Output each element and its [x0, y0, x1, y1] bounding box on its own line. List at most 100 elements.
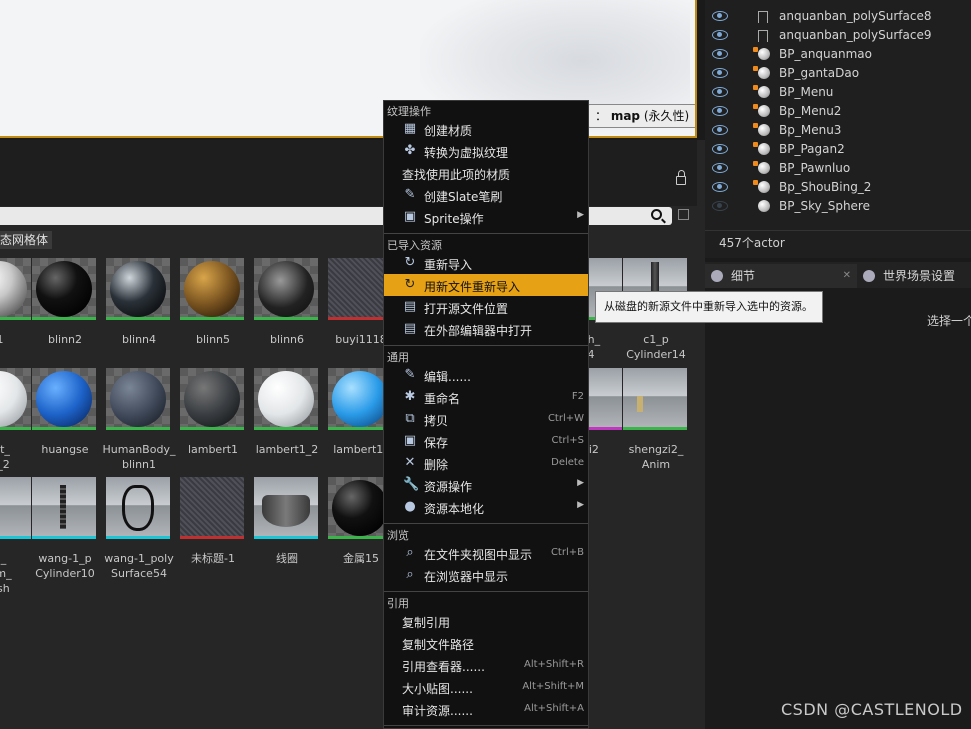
menu-item[interactable]: 大小贴图...... Alt+Shift+M [384, 676, 588, 698]
menu-item[interactable]: ▣ 保存 Ctrl+S [384, 430, 588, 452]
menu-item[interactable]: ● 资源本地化 ▶ [384, 496, 588, 518]
material-sphere [184, 261, 240, 317]
visibility-eye-icon[interactable] [712, 30, 728, 40]
menu-section-reference: 引用 [387, 597, 409, 610]
outliner-row[interactable] [705, 0, 971, 7]
menu-item[interactable]: ⧉ 拷贝 Ctrl+W [384, 408, 588, 430]
visibility-eye-icon[interactable] [712, 144, 728, 154]
world-outliner[interactable]: anquanban_polySurface8 anquanban_polySurf… [705, 0, 971, 230]
visibility-eye-icon[interactable] [712, 201, 728, 211]
visibility-eye-icon[interactable] [712, 68, 728, 78]
menu-item-icon: ⌕ [406, 545, 414, 560]
asset-grid: 1blinn2blinn4blinn5blinn6buyi1118ult_ 1_… [0, 252, 697, 729]
menu-item-icon: ⧉ [405, 411, 415, 426]
asset-type-strip [32, 536, 96, 539]
visibility-eye-icon[interactable] [712, 163, 728, 173]
menu-item-icon: ✎ [404, 187, 416, 202]
asset-type-strip [180, 427, 244, 430]
outliner-row[interactable]: BP_Pagan2 [705, 140, 971, 159]
menu-item-label: 在外部编辑器中打开 [424, 324, 533, 338]
close-icon[interactable]: ✕ [843, 264, 851, 288]
menu-item[interactable]: ✤ 转换为虚拟纹理 [384, 140, 588, 162]
outliner-row[interactable]: BP_Sky_Sphere [705, 197, 971, 216]
actor-icon [753, 47, 770, 60]
outliner-row[interactable]: BP_Pawnluo [705, 159, 971, 178]
visibility-eye-icon[interactable] [712, 125, 728, 135]
actor-icon [753, 104, 770, 117]
asset-thumbnail [180, 258, 244, 320]
visibility-eye-icon[interactable] [712, 87, 728, 97]
menu-item-label: 审计资源...... [402, 704, 473, 718]
menu-item[interactable]: ▦ 创建材质 [384, 118, 588, 140]
material-sphere [332, 480, 388, 536]
outliner-row[interactable]: Bp_ShouBing_2 [705, 178, 971, 197]
menu-item[interactable]: 🔧 资源操作 ▶ [384, 474, 588, 496]
asset-label: 未标题-1 [191, 552, 235, 565]
menu-item-icon: ▣ [403, 433, 417, 448]
asset-thumbnail [106, 368, 170, 430]
asset-thumbnail [254, 368, 318, 430]
asset-label: blinn2 [47, 333, 83, 346]
asset-thumbnail [0, 258, 31, 320]
outliner-item-label: BP_Pawnluo [779, 161, 851, 175]
menu-item-label: 拷贝 [424, 414, 449, 428]
filter-chip-static-mesh[interactable]: 态网格体 [0, 231, 53, 249]
asset-thumbnail [254, 477, 318, 539]
outliner-row[interactable]: Bp_Menu2 [705, 102, 971, 121]
asset-type-strip [623, 427, 687, 430]
save-search-icon[interactable] [678, 209, 689, 220]
menu-item[interactable]: 引用查看器...... Alt+Shift+R [384, 654, 588, 676]
material-sphere [332, 371, 388, 427]
asset-thumbnail [254, 258, 318, 320]
asset-type-strip [32, 317, 96, 320]
menu-item[interactable]: ✕ 删除 Delete [384, 452, 588, 474]
menu-divider [384, 233, 588, 234]
shortcut-label: Ctrl+S [551, 435, 584, 446]
asset-label: lambert1_2 [255, 443, 319, 456]
asset-type-strip [106, 427, 170, 430]
tab-details[interactable]: 细节 ✕ [705, 264, 857, 288]
menu-item[interactable]: ✱ 重命名 F2 [384, 386, 588, 408]
menu-item[interactable]: ▤ 打开源文件位置 [384, 296, 588, 318]
outliner-item-label: BP_Sky_Sphere [779, 199, 870, 213]
menu-item[interactable]: ↻ 用新文件重新导入 [384, 274, 588, 296]
material-sphere [258, 371, 314, 427]
menu-item[interactable]: 查找使用此项的材质 [384, 162, 588, 184]
asset-type-strip [0, 427, 31, 430]
menu-item[interactable]: ▣ Sprite操作 ▶ [384, 206, 588, 228]
menu-item[interactable]: ⌕ 在文件夹视图中显示 Ctrl+B [384, 542, 588, 564]
visibility-eye-icon[interactable] [712, 11, 728, 21]
level-viewport[interactable]: ： map (永久性) [0, 0, 697, 138]
visibility-eye-icon[interactable] [712, 49, 728, 59]
menu-item[interactable]: ▤ 在外部编辑器中打开 [384, 318, 588, 340]
visibility-eye-icon[interactable] [712, 106, 728, 116]
outliner-row[interactable]: Bp_Menu3 [705, 121, 971, 140]
menu-item[interactable]: 复制文件路径 [384, 632, 588, 654]
search-icon[interactable] [651, 209, 662, 220]
lock-icon[interactable] [676, 170, 686, 185]
outliner-row[interactable]: anquanban_polySurface9 [705, 26, 971, 45]
menu-item-icon: ✱ [404, 389, 416, 404]
menu-item[interactable]: ↻ 重新导入 [384, 252, 588, 274]
tab-world-settings[interactable]: 世界场景设置 [857, 264, 971, 288]
asset-type-strip [254, 536, 318, 539]
menu-item[interactable]: ✎ 创建Slate笔刷 [384, 184, 588, 206]
menu-item-label: 大小贴图...... [402, 682, 473, 696]
asset-type-strip [254, 317, 318, 320]
outliner-row[interactable]: BP_Menu [705, 83, 971, 102]
outliner-row[interactable]: anquanban_polySurface8 [705, 7, 971, 26]
actor-count: 457个actor [719, 236, 785, 250]
menu-item-label: 资源本地化 [424, 502, 485, 516]
menu-item[interactable]: 复制引用 [384, 610, 588, 632]
menu-item-label: Sprite操作 [424, 212, 484, 226]
menu-item-label: 转换为虚拟纹理 [424, 146, 509, 160]
menu-item[interactable]: ✎ 编辑...... [384, 364, 588, 386]
menu-item[interactable]: ⌕ 在浏览器中显示 [384, 564, 588, 586]
asset-preview [60, 485, 66, 529]
details-hint: 选择一个 [927, 314, 971, 328]
menu-item[interactable]: 审计资源...... Alt+Shift+A [384, 698, 588, 720]
context-menu: 纹理操作 ▦ 创建材质 ✤ 转换为虚拟纹理 查找使用此项的材质 ✎ 创建Slate笔刷 ▣ Spr… [383, 100, 589, 729]
outliner-row[interactable]: BP_anquanmao [705, 45, 971, 64]
outliner-row[interactable]: BP_gantaDao [705, 64, 971, 83]
visibility-eye-icon[interactable] [712, 182, 728, 192]
